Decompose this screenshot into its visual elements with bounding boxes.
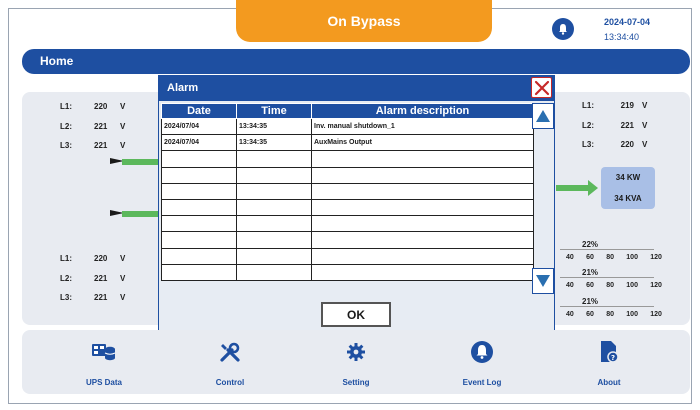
scroll-down-button[interactable]	[532, 268, 554, 294]
table-row[interactable]	[161, 231, 534, 249]
output-l3: L3: 220 V	[582, 140, 648, 149]
bell-icon	[427, 338, 537, 366]
nav-control[interactable]: Control	[175, 338, 285, 387]
scroll-up-button[interactable]	[532, 103, 554, 129]
table-row[interactable]	[161, 198, 534, 217]
table-row[interactable]	[161, 215, 534, 233]
nav-setting[interactable]: Setting	[301, 338, 411, 387]
gear-icon	[301, 338, 411, 366]
power-kva: 34 KVA	[614, 194, 642, 203]
output-l1: L1: 219 V	[582, 101, 648, 110]
ok-button-label: OK	[347, 307, 365, 322]
bottom-navigation: UPS Data Control Setting Event Log ? Abo…	[22, 330, 690, 394]
status-banner: On Bypass	[236, 0, 492, 42]
load-gauge-2: 21% 40 60 80 100 120	[560, 268, 662, 292]
document-info-icon: ?	[554, 338, 664, 366]
power-output-box: 34 KW 34 KVA	[601, 167, 655, 209]
load-percent-1: 22%	[582, 240, 599, 249]
alarm-dialog: Alarm Date Time Alarm description 2024/0…	[158, 75, 555, 333]
load-gauge-3: 21% 40 60 80 100 120	[560, 297, 662, 321]
close-icon	[534, 80, 549, 95]
ups-data-icon	[49, 338, 159, 366]
close-button[interactable]	[531, 77, 552, 98]
power-kw: 34 KW	[615, 173, 641, 182]
table-row[interactable]: 2024/07/04 13:34:35 Inv. manual shutdown_1	[161, 117, 534, 136]
output-flow-arrow-icon	[556, 180, 598, 196]
table-row[interactable]	[161, 263, 534, 281]
column-description: Alarm description	[311, 103, 534, 119]
svg-text:?: ?	[611, 354, 615, 362]
scrollbar-track[interactable]	[534, 131, 552, 266]
header-date: 2024-07-04	[604, 17, 651, 27]
table-row[interactable]	[161, 166, 534, 184]
triangle-down-icon	[536, 275, 550, 287]
triangle-up-icon	[536, 110, 550, 122]
load-percent-3: 21%	[582, 297, 599, 306]
alarm-dialog-title: Alarm	[167, 82, 199, 94]
input-bottom-l1: L1: 220 V	[60, 254, 126, 263]
alarm-table: Date Time Alarm description 2024/07/04 13…	[161, 103, 534, 281]
bypass-flow-line	[122, 154, 168, 170]
nav-ups-data[interactable]: UPS Data	[49, 338, 159, 387]
table-row[interactable]	[161, 150, 534, 168]
input-bottom-l2: L2: 221 V	[60, 274, 126, 283]
ok-button[interactable]: OK	[321, 302, 391, 327]
output-l2: L2: 221 V	[582, 121, 648, 130]
nav-event-log[interactable]: Event Log	[427, 338, 537, 387]
tools-icon	[175, 338, 285, 366]
home-title-bar: Home	[22, 49, 690, 74]
header-time: 13:34:40	[604, 32, 640, 42]
table-row[interactable]	[161, 247, 534, 265]
input-top-l3: L3: 221 V	[60, 141, 126, 150]
input-top-l1: L1: 220 V	[60, 102, 126, 111]
column-date: Date	[161, 103, 237, 119]
mains-flow-line	[122, 206, 168, 222]
load-percent-2: 21%	[582, 268, 599, 277]
table-row[interactable]: 2024/07/04 13:34:35 AuxMains Output	[161, 134, 534, 152]
alarm-bell-icon[interactable]	[552, 18, 574, 40]
column-time: Time	[236, 103, 312, 119]
alarm-dialog-header: Alarm	[159, 76, 554, 101]
input-bottom-l3: L3: 221 V	[60, 293, 126, 302]
alarm-table-header: Date Time Alarm description	[161, 103, 534, 119]
nav-about[interactable]: ? About	[554, 338, 664, 387]
status-text: On Bypass	[327, 13, 401, 29]
page-title: Home	[40, 54, 74, 68]
load-gauge-1: 22% 40 60 80 100 120	[560, 240, 662, 264]
input-top-l2: L2: 221 V	[60, 122, 126, 131]
table-row[interactable]	[161, 182, 534, 200]
